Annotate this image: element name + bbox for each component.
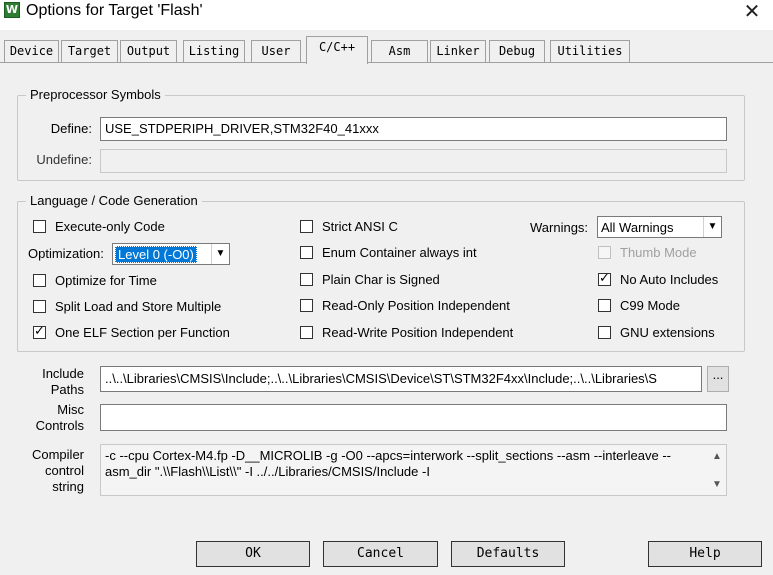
rw-pi-checkbox[interactable]: Read-Write Position Independent (300, 323, 513, 341)
execute-only-box (33, 219, 46, 233)
thumb-mode-box (598, 245, 611, 259)
compiler-line-2: asm_dir ".\\Flash\\List\\" -I ../../Libr… (105, 464, 430, 479)
compiler-label-line1: Compiler (31, 447, 84, 462)
optimization-value: Level 0 (-O0) (115, 246, 197, 263)
thumb-mode-label: Thumb Mode (620, 244, 697, 260)
chevron-down-icon: ▼ (211, 244, 229, 264)
rw-pi-label: Read-Write Position Independent (322, 324, 514, 340)
execute-only-label: Execute-only Code (55, 218, 165, 234)
tab-listing[interactable]: Listing (183, 40, 245, 62)
misc-controls-input[interactable] (100, 404, 727, 431)
tab-debug[interactable]: Debug (489, 40, 545, 62)
optimize-time-label: Optimize for Time (55, 272, 157, 288)
plain-char-box (300, 272, 313, 286)
strict-ansi-box (300, 219, 313, 233)
split-load-label: Split Load and Store Multiple (55, 298, 222, 314)
tab-utilities[interactable]: Utilities (550, 40, 630, 62)
warnings-label: Warnings: (530, 220, 589, 235)
tab-output[interactable]: Output (120, 40, 177, 62)
scroll-up-icon[interactable]: ▲ (710, 449, 724, 463)
split-load-checkbox[interactable]: Split Load and Store Multiple (33, 297, 221, 315)
window-title: Options for Target 'Flash' (26, 2, 203, 19)
title-bar: W Options for Target 'Flash' ✕ (0, 0, 773, 30)
tab-cc[interactable]: C/C++ (306, 36, 368, 64)
misc-label-line2: Controls (35, 418, 84, 433)
compiler-control-text[interactable]: -c --cpu Cortex-M4.fp -D__MICROLIB -g -O… (100, 444, 727, 496)
chevron-down-icon: ▼ (703, 217, 721, 237)
gnu-ext-checkbox[interactable]: GNU extensions (598, 323, 715, 341)
tab-strip: Device Target Output Listing User C/C++ … (0, 36, 773, 64)
include-paths-label: Include Paths (20, 366, 84, 398)
tab-user[interactable]: User (251, 40, 301, 62)
no-auto-includes-box (598, 271, 611, 286)
enum-container-checkbox[interactable]: Enum Container always int (300, 243, 477, 261)
tab-linker[interactable]: Linker (430, 40, 486, 62)
preprocessor-title: Preprocessor Symbols (26, 87, 165, 102)
gnu-ext-box (598, 325, 611, 339)
optimize-time-checkbox[interactable]: Optimize for Time (33, 271, 157, 289)
optimization-select[interactable]: Level 0 (-O0) ▼ (112, 243, 230, 265)
warnings-value: All Warnings (601, 220, 674, 235)
enum-container-box (300, 245, 313, 259)
tab-target[interactable]: Target (61, 40, 118, 62)
undefine-input[interactable] (100, 149, 727, 173)
close-icon[interactable]: ✕ (741, 2, 763, 22)
scroll-down-icon[interactable]: ▼ (710, 477, 724, 491)
strict-ansi-checkbox[interactable]: Strict ANSI C (300, 217, 398, 235)
plain-char-label: Plain Char is Signed (322, 271, 440, 287)
compiler-line-1: -c --cpu Cortex-M4.fp -D__MICROLIB -g -O… (105, 448, 671, 463)
define-input[interactable]: USE_STDPERIPH_DRIVER,STM32F40_41xxx (100, 117, 727, 141)
undefine-label: Undefine: (36, 152, 92, 167)
compiler-control-label: Compiler control string (20, 447, 84, 495)
ok-button[interactable]: OK (196, 541, 310, 567)
compiler-scrollbar[interactable]: ▲ ▼ (708, 445, 726, 495)
include-browse-button[interactable]: ... (707, 366, 729, 392)
ro-pi-checkbox[interactable]: Read-Only Position Independent (300, 296, 510, 314)
split-load-box (33, 299, 46, 313)
execute-only-checkbox[interactable]: Execute-only Code (33, 217, 165, 235)
c99-mode-box (598, 298, 611, 312)
plain-char-checkbox[interactable]: Plain Char is Signed (300, 270, 440, 288)
language-title: Language / Code Generation (26, 193, 202, 208)
no-auto-includes-label: No Auto Includes (620, 271, 719, 287)
enum-container-label: Enum Container always int (322, 244, 477, 260)
warnings-select[interactable]: All Warnings ▼ (597, 216, 722, 238)
help-button[interactable]: Help (648, 541, 762, 567)
include-paths-input[interactable]: ..\..\Libraries\CMSIS\Include;..\..\Libr… (100, 366, 702, 392)
defaults-button[interactable]: Defaults (451, 541, 565, 567)
include-label-line1: Include (42, 366, 84, 381)
no-auto-includes-checkbox[interactable]: No Auto Includes (598, 270, 718, 288)
include-label-line2: Paths (50, 382, 84, 397)
tab-device[interactable]: Device (4, 40, 59, 62)
misc-controls-label: Misc Controls (20, 402, 84, 434)
one-elf-box (33, 324, 46, 339)
cancel-button[interactable]: Cancel (323, 541, 438, 567)
compiler-label-line3: string (52, 479, 84, 494)
app-icon: W (4, 2, 20, 18)
one-elf-checkbox[interactable]: One ELF Section per Function (33, 323, 230, 341)
c99-mode-checkbox[interactable]: C99 Mode (598, 296, 680, 314)
strict-ansi-label: Strict ANSI C (322, 218, 398, 234)
define-label: Define: (50, 121, 92, 136)
one-elf-label: One ELF Section per Function (55, 324, 230, 340)
gnu-ext-label: GNU extensions (620, 324, 715, 340)
ro-pi-box (300, 298, 313, 312)
tab-asm[interactable]: Asm (371, 40, 428, 62)
optimize-time-box (33, 273, 46, 287)
c99-mode-label: C99 Mode (620, 297, 680, 313)
ro-pi-label: Read-Only Position Independent (322, 297, 510, 313)
thumb-mode-checkbox[interactable]: Thumb Mode (598, 243, 697, 261)
compiler-label-line2: control (44, 463, 84, 478)
optimization-label: Optimization: (28, 246, 104, 261)
rw-pi-box (300, 325, 313, 339)
misc-label-line1: Misc (57, 402, 84, 417)
